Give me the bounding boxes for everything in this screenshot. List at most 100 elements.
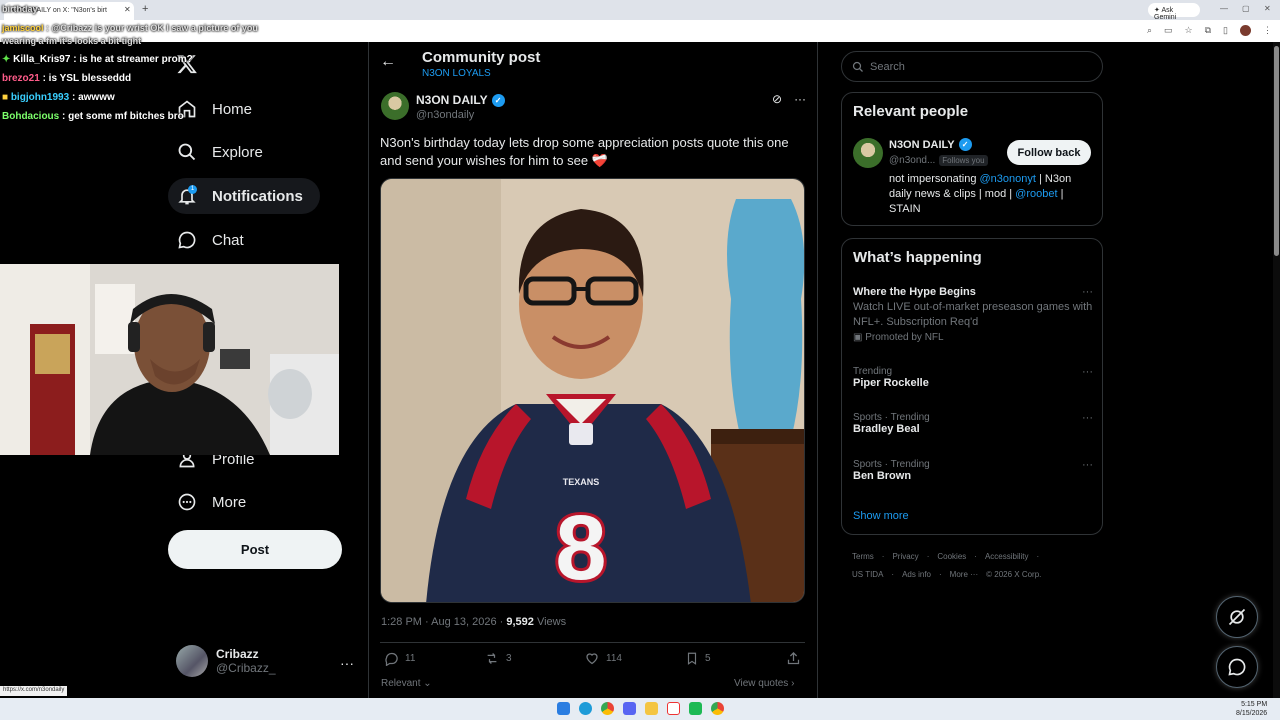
post-image[interactable]: TEXANS 8 [380, 178, 805, 603]
chevron-right-icon: › [791, 678, 795, 689]
sidebar-icon[interactable]: ▯ [1223, 25, 1228, 36]
like-button[interactable]: 114 [584, 651, 622, 666]
reply-button[interactable]: 11 [384, 651, 415, 666]
footer-link[interactable]: US TIDA [852, 570, 883, 579]
window-close-icon[interactable]: ✕ [1264, 4, 1271, 13]
chat-username: bigjohn1993 [10, 92, 70, 103]
nav-explore[interactable]: Explore [176, 134, 263, 170]
bookmark-star-icon[interactable]: ☆ [1185, 25, 1193, 36]
trend-item[interactable]: Trending Piper Rockelle ··· [853, 366, 1093, 389]
trend-item[interactable]: Sports · Trending Bradley Beal ··· [853, 412, 1093, 435]
search-icon [852, 61, 863, 72]
ask-gemini-button[interactable]: ✦ Ask Gemini [1148, 3, 1200, 21]
minimize-icon[interactable]: — [1220, 4, 1228, 13]
search-input[interactable]: Search [841, 51, 1103, 82]
browser-toolbar-icons: ⌕ ▭ ☆ ⧉ ▯ ⋮ [1147, 25, 1272, 36]
more-circle-icon [176, 491, 198, 513]
relevant-person-name[interactable]: N3ON DAILY ✓ [889, 138, 972, 151]
trend-more-icon[interactable]: ··· [1082, 412, 1093, 424]
follow-back-button[interactable]: Follow back [1007, 140, 1091, 165]
bio-mention-link[interactable]: @roobet [1015, 188, 1057, 200]
nav-chat[interactable]: Chat [176, 222, 244, 258]
whats-happening-title: What’s happening [853, 249, 982, 266]
author-name-text: N3ON DAILY [416, 93, 488, 107]
grok-fab-button[interactable] [1216, 596, 1258, 638]
nav-notifications-label: Notifications [212, 187, 303, 205]
post-button[interactable]: Post [168, 530, 342, 569]
jersey-number: 8 [555, 497, 606, 599]
show-more-link[interactable]: Show more [853, 510, 909, 522]
edge-icon[interactable] [579, 702, 592, 715]
chat-message: wearing a fm it's looks a bit tight [2, 35, 282, 48]
author-handle[interactable]: @n3ondaily [416, 109, 474, 121]
scrollbar-thumb[interactable] [1274, 46, 1279, 256]
app-icon[interactable] [689, 702, 702, 715]
chrome-icon[interactable] [601, 702, 614, 715]
share-button[interactable] [786, 651, 801, 666]
browser-profile-avatar[interactable] [1240, 25, 1251, 36]
chat-message: ✦ Killa_Kris97 : is he at streamer prom? [2, 54, 193, 65]
copyright-text: © 2026 X Corp. [986, 570, 1042, 579]
nav-more[interactable]: More [176, 484, 246, 520]
maximize-icon[interactable]: ▢ [1242, 4, 1250, 13]
like-count: 114 [606, 653, 622, 664]
repost-button[interactable]: 3 [484, 651, 512, 666]
share-icon [787, 651, 800, 665]
bookmark-button[interactable]: 5 [685, 651, 711, 666]
zoom-icon[interactable]: ⌕ [1147, 25, 1152, 36]
trend-more-icon[interactable]: ··· [1082, 366, 1093, 378]
chat-text: : awwww [71, 92, 115, 103]
nav-notifications[interactable]: Notifications [176, 178, 303, 214]
bio-mention-link[interactable]: @n3ononyt [980, 173, 1036, 185]
chat-bubble-icon [1228, 658, 1246, 676]
trend-more-icon[interactable]: ··· [1082, 459, 1093, 471]
trend-more-icon[interactable]: ··· [1082, 286, 1093, 298]
back-arrow-icon[interactable]: ← [380, 53, 396, 71]
extensions-icon[interactable]: ⧉ [1205, 25, 1211, 36]
post-more-icon[interactable]: ··· [794, 92, 806, 106]
follows-you-badge: Follows you [939, 155, 988, 166]
messages-fab-button[interactable] [1216, 646, 1258, 688]
relevant-people-title: Relevant people [853, 103, 969, 120]
community-link[interactable]: N3ON LOYALS [422, 68, 491, 79]
chevron-down-icon: ⌄ [423, 678, 432, 689]
footer-link[interactable]: Accessibility [985, 552, 1029, 561]
discord-icon[interactable] [623, 702, 636, 715]
post-timestamp[interactable]: 1:28 PM · Aug 13, 2026 · [381, 616, 506, 628]
trend-item[interactable]: Sports · Trending Ben Brown ··· [853, 459, 1093, 482]
reply-sort-label: Relevant [381, 678, 421, 689]
account-switcher[interactable]: Cribazz @Cribazz_ [176, 645, 276, 677]
cast-icon[interactable]: ▭ [1164, 25, 1173, 36]
footer-link[interactable]: Terms [852, 552, 874, 561]
start-icon[interactable] [557, 702, 570, 715]
footer-link[interactable]: More ··· [950, 570, 978, 579]
close-tab-icon[interactable]: ✕ [124, 5, 131, 14]
new-tab-button[interactable]: + [142, 3, 148, 15]
trend-name: Where the Hype Begins [853, 286, 976, 298]
view-quotes-link[interactable]: View quotes › [734, 678, 794, 689]
grok-icon [1228, 608, 1246, 626]
notification-badge: 1 [188, 185, 197, 194]
reply-sort-dropdown[interactable]: Relevant ⌄ [381, 678, 432, 689]
relevant-people-card: Relevant people N3ON DAILY ✓ @n3ond... Fol… [841, 92, 1103, 226]
app-icon[interactable] [667, 702, 680, 715]
browser-menu-icon[interactable]: ⋮ [1263, 25, 1272, 36]
folder-icon[interactable] [645, 702, 658, 715]
stream-chat-overlay: birthday jamiscool : @Cribazz is your wr… [2, 4, 282, 126]
footer-link[interactable]: Ads info [902, 570, 931, 579]
author-avatar[interactable] [381, 92, 409, 120]
account-more-icon[interactable]: ··· [340, 655, 354, 671]
trend-description: Watch LIVE out-of-market preseason games… [853, 301, 1093, 328]
repost-icon [487, 653, 497, 664]
system-clock[interactable]: 5:15 PM 8/15/2026 [1236, 700, 1267, 718]
chrome-icon[interactable] [711, 702, 724, 715]
post-actions: 11 3 114 5 [384, 651, 804, 669]
footer-link[interactable]: Privacy [892, 552, 918, 561]
author-name[interactable]: N3ON DAILY ✓ [416, 93, 505, 107]
relevant-person-avatar[interactable] [853, 138, 883, 168]
footer-link[interactable]: Cookies [937, 552, 966, 561]
trend-item[interactable]: Where the Hype Begins Watch LIVE out-of-… [853, 286, 1093, 343]
relevant-person-name-text: N3ON DAILY [889, 138, 955, 151]
bio-text: not impersonating [889, 173, 980, 185]
grok-icon[interactable]: ⊘ [772, 92, 782, 106]
